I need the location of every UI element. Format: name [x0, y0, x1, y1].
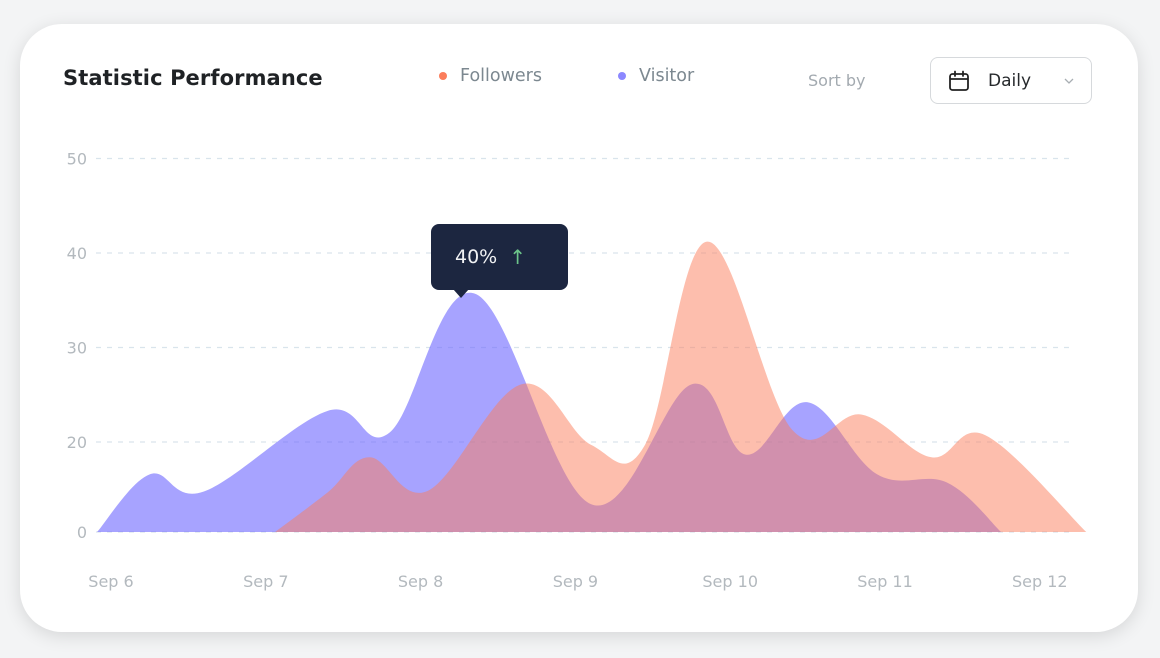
- visitor-point[interactable]: [387, 430, 393, 436]
- chart-tooltip: 40% ↑: [431, 224, 568, 298]
- x-tick-label: Sep 9: [553, 572, 598, 591]
- visitor-point[interactable]: [201, 489, 207, 495]
- visitor-point[interactable]: [805, 399, 811, 405]
- followers-point[interactable]: [367, 454, 373, 460]
- followers-point[interactable]: [425, 488, 431, 494]
- visitor-point[interactable]: [147, 471, 153, 477]
- followers-point[interactable]: [325, 489, 331, 495]
- y-tick-label: 30: [67, 339, 87, 358]
- followers-point[interactable]: [789, 427, 795, 433]
- y-tick-label: 0: [77, 523, 87, 542]
- y-tick-label: 50: [67, 150, 87, 169]
- area-chart: 50 40 30 20 0 Sep 6 Sep 7 Sep 8 Sep 9 Sep 10 Sep …: [67, 150, 1089, 591]
- x-tick-label: Sep 6: [88, 572, 133, 591]
- followers-point[interactable]: [983, 432, 989, 438]
- x-tick-label: Sep 11: [857, 572, 913, 591]
- followers-point[interactable]: [704, 239, 710, 245]
- visitor-point[interactable]: [325, 408, 331, 414]
- followers-point[interactable]: [1083, 529, 1089, 535]
- followers-point[interactable]: [518, 381, 524, 387]
- y-tick-label: 20: [67, 433, 87, 452]
- area-followers[interactable]: [275, 241, 1087, 532]
- visitor-point[interactable]: [94, 529, 100, 535]
- x-tick-label: Sep 7: [243, 572, 288, 591]
- visitor-point[interactable]: [472, 291, 478, 297]
- followers-point[interactable]: [272, 529, 278, 535]
- followers-point[interactable]: [642, 442, 648, 448]
- x-tick-label: Sep 12: [1012, 572, 1068, 591]
- followers-point[interactable]: [588, 442, 594, 448]
- arrow-up-icon: ↑: [509, 245, 526, 269]
- y-tick-label: 40: [67, 244, 87, 263]
- tooltip-value: 40%: [455, 246, 498, 268]
- x-tick-label: Sep 10: [702, 572, 758, 591]
- followers-point[interactable]: [859, 412, 865, 418]
- x-tick-label: Sep 8: [398, 572, 443, 591]
- followers-point[interactable]: [928, 454, 934, 460]
